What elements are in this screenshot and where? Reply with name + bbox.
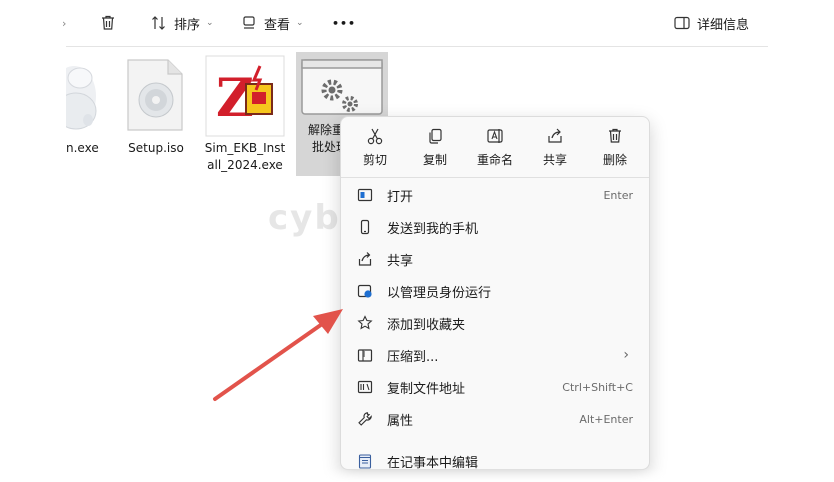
annotation-arrow xyxy=(213,309,343,401)
bottom-fade xyxy=(0,468,834,482)
